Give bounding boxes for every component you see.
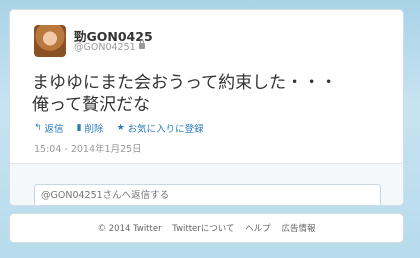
reply-button[interactable]: ↰ 返信 (34, 121, 64, 135)
favorite-label: お気に入りに登録 (127, 124, 204, 135)
footer-link-about[interactable]: Twitterについて (172, 224, 234, 234)
star-icon: ★ (116, 123, 125, 133)
reply-area (10, 163, 403, 205)
footer-link-help[interactable]: ヘルプ (245, 224, 271, 234)
tweet-text-line-2: 俺って贅沢だな (32, 95, 151, 115)
user-handle[interactable]: @GON04251 (74, 42, 136, 53)
delete-label: 削除 (84, 124, 104, 135)
tweet-actions: ↰ 返信 ▮ 削除 ★ お気に入りに登録 (34, 121, 214, 135)
reply-input[interactable] (34, 184, 381, 205)
favorite-button[interactable]: ★ お気に入りに登録 (117, 121, 204, 135)
tweet-text: まゆゆにまた会おうって約束した・・・ 俺って贅沢だな (32, 72, 392, 116)
trash-icon: ▮ (76, 123, 82, 133)
tweet-timestamp[interactable]: 15:04 - 2014年1月25日 (34, 141, 142, 155)
page-footer: © 2014 Twitter Twitterについて ヘルプ 広告情報 (9, 213, 404, 243)
handle-row: @GON04251 (74, 40, 145, 53)
reply-arrow-icon: ↰ (34, 123, 42, 133)
user-avatar[interactable] (34, 25, 66, 57)
footer-copyright: © 2014 Twitter (97, 224, 162, 234)
tweet-text-line-1: まゆゆにまた会おうって約束した・・・ (32, 73, 338, 93)
lock-icon (138, 40, 145, 49)
tweet-card: 勁GON0425 @GON04251 まゆゆにまた会おうって約束した・・・ 俺っ… (9, 9, 404, 206)
delete-button[interactable]: ▮ 削除 (77, 121, 104, 135)
reply-label: 返信 (44, 124, 64, 135)
footer-link-ads[interactable]: 広告情報 (281, 224, 315, 234)
